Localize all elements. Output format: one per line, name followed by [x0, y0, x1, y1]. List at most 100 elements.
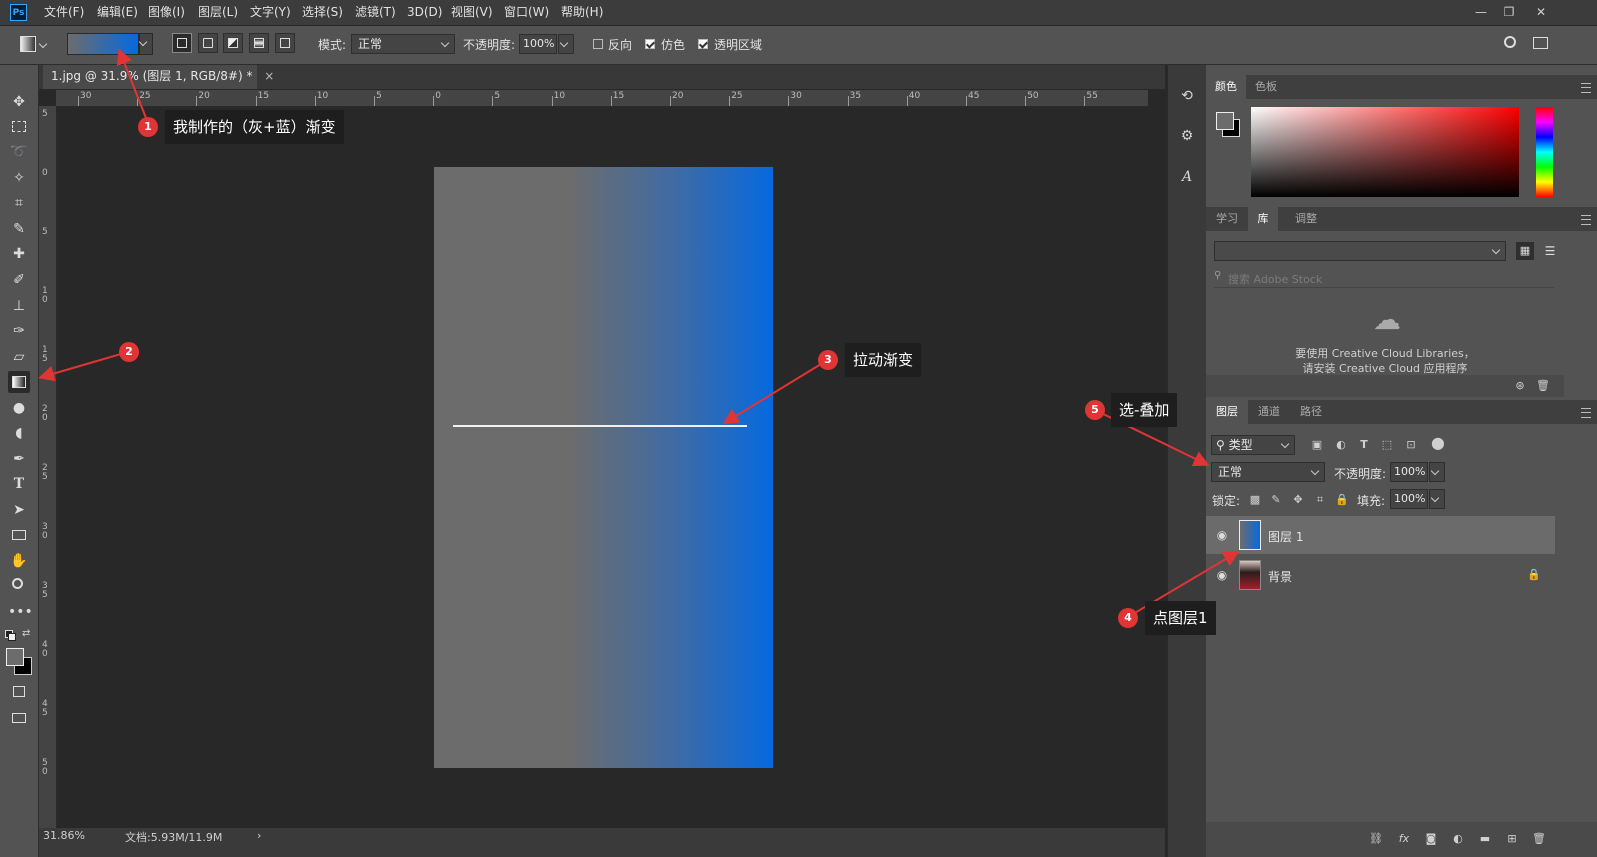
library-trash-icon[interactable]: 🗑: [1535, 378, 1551, 394]
zoom-level[interactable]: 31.86%: [43, 829, 85, 842]
fill-chevron-icon[interactable]: [1429, 489, 1445, 509]
visibility-eye-icon[interactable]: ◉: [1214, 567, 1230, 583]
lock-transparent-icon[interactable]: ▩: [1247, 492, 1263, 508]
layer-row-layer1[interactable]: ◉ 图层 1: [1206, 516, 1555, 554]
color-panel-fg-swatch[interactable]: [1216, 112, 1234, 130]
menu-view[interactable]: 视图(V): [451, 0, 493, 25]
menu-filter[interactable]: 滤镜(T): [355, 0, 396, 25]
properties-panel-icon[interactable]: ⚙: [1176, 125, 1198, 147]
filter-shape-icon[interactable]: ⬚: [1379, 437, 1395, 453]
menu-image[interactable]: 图像(I): [148, 0, 185, 25]
filter-type-icon[interactable]: T: [1356, 437, 1372, 453]
mode-select[interactable]: 正常: [351, 34, 455, 54]
menu-help[interactable]: 帮助(H): [561, 0, 603, 25]
menu-type[interactable]: 文字(Y): [250, 0, 291, 25]
tool-preset-chevron-icon[interactable]: [36, 36, 52, 52]
tab-learn[interactable]: 学习: [1206, 207, 1248, 231]
reflected-gradient-button[interactable]: [249, 33, 269, 53]
new-adjustment-layer-icon[interactable]: ◐: [1450, 831, 1466, 847]
list-view-icon[interactable]: ☰: [1541, 242, 1559, 260]
default-colors-icon[interactable]: [5, 630, 16, 641]
tab-paths[interactable]: 路径: [1290, 400, 1332, 424]
layer-filter-kind-select[interactable]: ⚲ 类型: [1211, 435, 1295, 455]
eraser-tool[interactable]: ▱: [8, 346, 30, 368]
tab-adjustments[interactable]: 调整: [1282, 207, 1330, 231]
move-tool[interactable]: ✥: [8, 91, 30, 113]
blend-mode-select[interactable]: 正常: [1211, 462, 1325, 482]
close-tab-icon[interactable]: ×: [264, 69, 274, 83]
foreground-color-swatch[interactable]: [6, 648, 24, 666]
grid-view-icon[interactable]: ▦: [1516, 242, 1534, 260]
lock-all-icon[interactable]: 🔒: [1334, 492, 1350, 508]
quick-mask-button[interactable]: [8, 681, 30, 703]
layers-panel-menu-icon[interactable]: [1581, 408, 1591, 418]
visibility-eye-icon[interactable]: ◉: [1214, 527, 1230, 543]
lock-image-icon[interactable]: ✎: [1268, 492, 1284, 508]
background-layer-name[interactable]: 背景: [1268, 568, 1292, 585]
linear-gradient-button[interactable]: [172, 33, 192, 53]
swap-colors-icon[interactable]: ⇄: [22, 628, 34, 640]
magic-wand-tool[interactable]: ✧: [8, 167, 30, 189]
library-select[interactable]: [1214, 241, 1506, 261]
brush-tool[interactable]: ✐: [8, 269, 30, 291]
document-canvas-gradient[interactable]: [434, 167, 773, 768]
layer-opacity-chevron-icon[interactable]: [1429, 462, 1445, 482]
filter-toggle-icon[interactable]: ⬤: [1430, 435, 1446, 451]
tab-channels[interactable]: 通道: [1248, 400, 1290, 424]
menu-3d[interactable]: 3D(D): [407, 0, 442, 25]
gradient-tool[interactable]: [8, 371, 30, 393]
tab-color[interactable]: 颜色: [1206, 75, 1246, 99]
tab-swatches[interactable]: 色板: [1246, 75, 1286, 99]
menu-edit[interactable]: 编辑(E): [97, 0, 138, 25]
layer-fx-icon[interactable]: fx: [1396, 831, 1412, 847]
workspace-icon[interactable]: [1533, 37, 1548, 49]
lock-artboard-icon[interactable]: ⌗: [1312, 492, 1328, 508]
photoshop-logo[interactable]: Ps: [10, 4, 27, 21]
filter-smart-object-icon[interactable]: ⊡: [1403, 437, 1419, 453]
fill-input[interactable]: 100%: [1390, 489, 1428, 509]
pen-tool[interactable]: ✒: [8, 448, 30, 470]
diamond-gradient-button[interactable]: [275, 33, 295, 53]
layer1-name[interactable]: 图层 1: [1268, 528, 1303, 545]
layer-opacity-input[interactable]: 100%: [1390, 462, 1428, 482]
new-layer-icon[interactable]: ⊞: [1504, 831, 1520, 847]
close-window-icon[interactable]: ✕: [1530, 2, 1552, 22]
reverse-checkbox[interactable]: [593, 39, 603, 49]
angle-gradient-button[interactable]: [223, 33, 243, 53]
opacity-chevron-icon[interactable]: [558, 34, 574, 54]
status-menu-arrow-icon[interactable]: ›: [257, 829, 261, 842]
filter-pixel-icon[interactable]: ▣: [1309, 437, 1325, 453]
screen-mode-button[interactable]: [8, 707, 30, 729]
new-group-icon[interactable]: ▬: [1477, 831, 1493, 847]
menu-layer[interactable]: 图层(L): [198, 0, 238, 25]
lasso-tool[interactable]: ➰: [8, 141, 30, 163]
dodge-tool[interactable]: ◖: [8, 422, 30, 444]
background-layer-thumbnail[interactable]: [1239, 560, 1261, 590]
hand-tool[interactable]: ✋: [8, 550, 30, 572]
tab-libraries[interactable]: 库: [1248, 207, 1278, 231]
link-layers-icon[interactable]: ⛓: [1368, 831, 1384, 847]
menu-select[interactable]: 选择(S): [302, 0, 343, 25]
gradient-picker-chevron-icon[interactable]: [139, 33, 153, 55]
history-panel-icon[interactable]: ⟲: [1176, 85, 1198, 107]
library-search-field[interactable]: ⚲ 搜索 Adobe Stock: [1214, 269, 1554, 288]
transparency-checkbox[interactable]: [698, 39, 708, 49]
eyedropper-tool[interactable]: ✎: [8, 218, 30, 240]
tab-layers[interactable]: 图层: [1206, 400, 1248, 424]
library-panel-menu-icon[interactable]: [1581, 215, 1591, 225]
menu-window[interactable]: 窗口(W): [504, 0, 549, 25]
layer-row-background[interactable]: ◉ 背景 🔒: [1206, 556, 1555, 594]
minimize-icon[interactable]: —: [1470, 2, 1492, 22]
gradient-tool-preset-icon[interactable]: [20, 36, 36, 52]
cloud-sync-icon[interactable]: ⊛: [1512, 378, 1528, 394]
lock-position-icon[interactable]: ✥: [1290, 492, 1306, 508]
more-tools[interactable]: •••: [8, 601, 33, 623]
dither-checkbox[interactable]: [645, 39, 655, 49]
clone-stamp-tool[interactable]: ⊥: [8, 295, 30, 317]
opacity-input[interactable]: 100%: [519, 34, 557, 54]
blur-tool[interactable]: ●: [8, 397, 30, 419]
hue-slider[interactable]: [1536, 107, 1553, 197]
restore-icon[interactable]: ❐: [1498, 2, 1520, 22]
document-tab[interactable]: 1.jpg @ 31.9% (图层 1, RGB/8#) * ×: [43, 65, 274, 89]
marquee-tool[interactable]: [8, 116, 30, 138]
